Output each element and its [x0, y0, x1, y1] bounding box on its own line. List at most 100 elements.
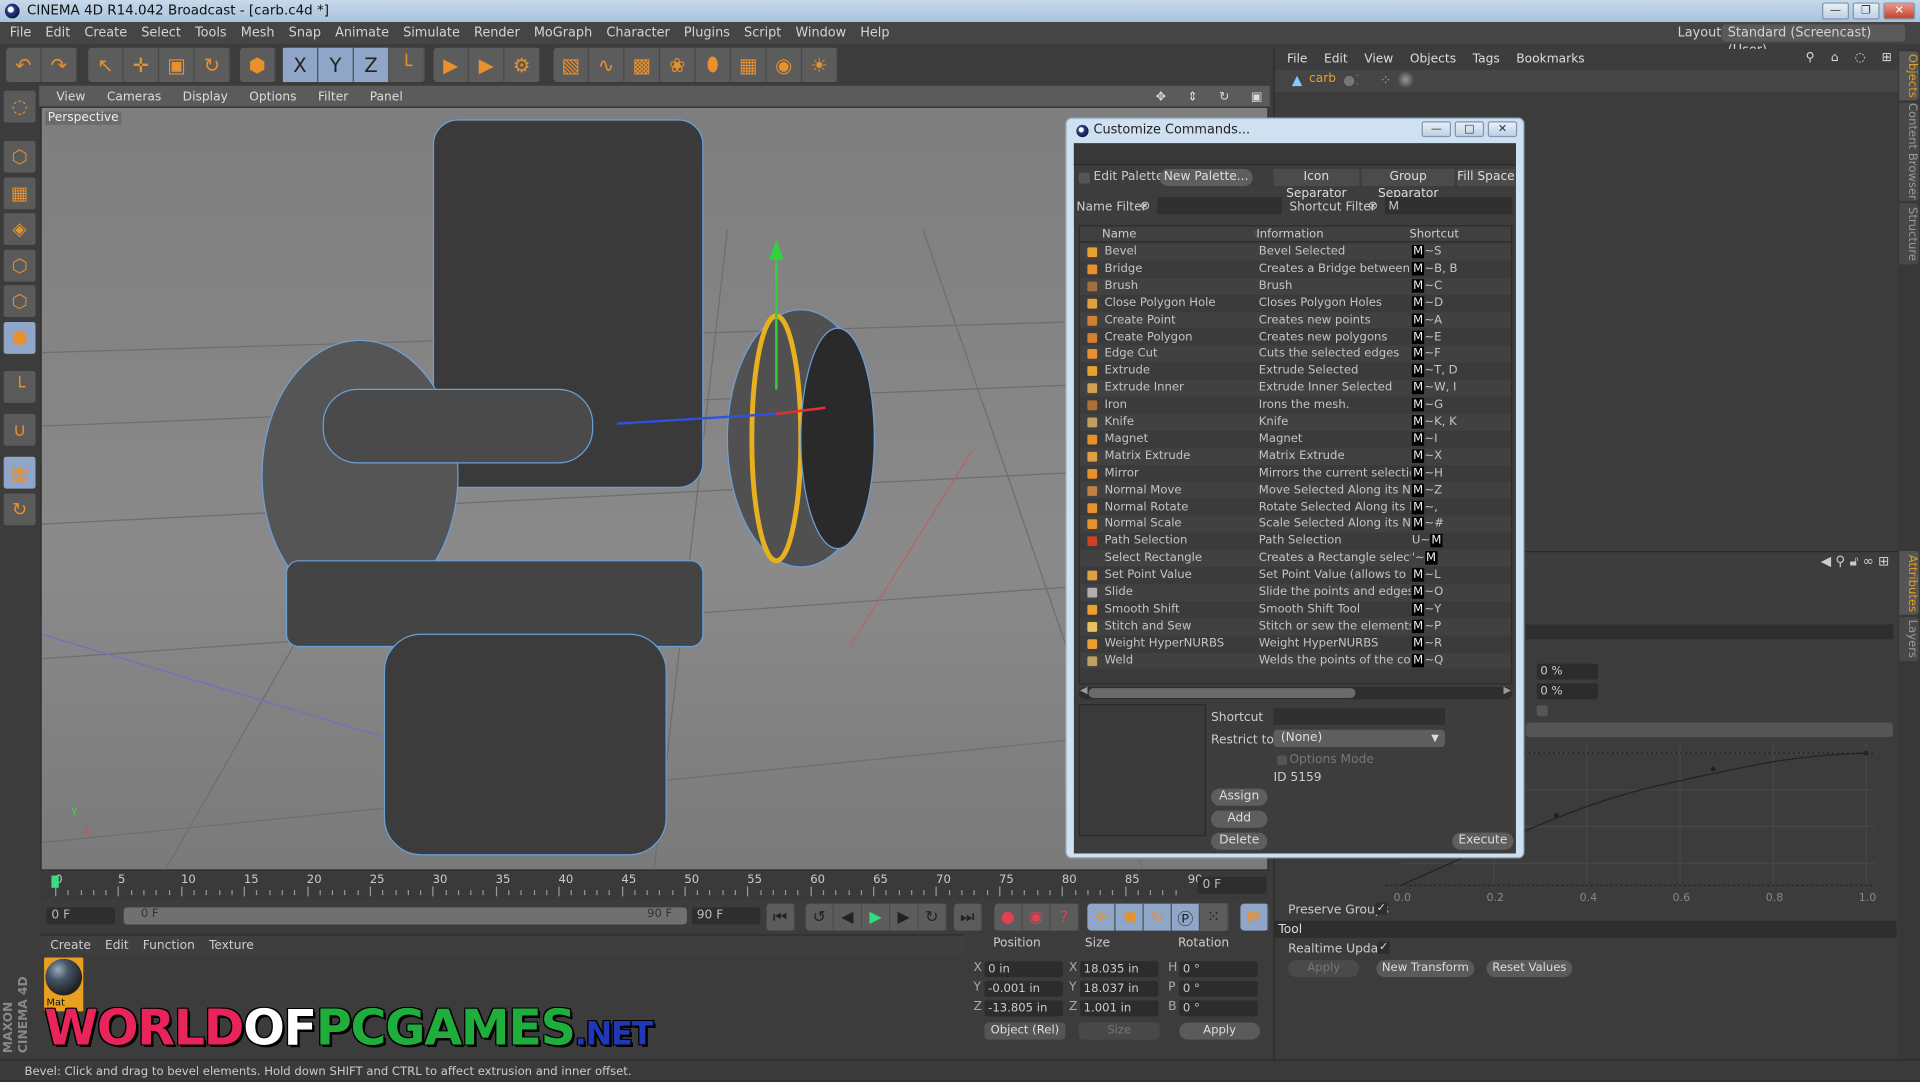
menu-mograph[interactable]: MoGraph	[534, 26, 592, 41]
column-shortcut[interactable]: Shortcut	[1409, 227, 1459, 243]
object-row[interactable]: ▲ carb ●⁚ ⁘	[1274, 69, 1900, 92]
position-field[interactable]: 0 in	[984, 961, 1063, 978]
command-row[interactable]: Normal Move Move Selected Along its NormM…	[1080, 481, 1512, 499]
select-arrow-icon[interactable]: ↖	[88, 47, 124, 83]
z-axis-icon[interactable]: Z	[353, 47, 390, 83]
locked-workplane-icon[interactable]: ▦	[3, 456, 36, 489]
points-mode-icon[interactable]: ⬡	[3, 249, 36, 282]
previous-frame-icon[interactable]: ◀	[834, 903, 863, 931]
clear-shortcut-filter-icon[interactable]: ⊗	[1368, 200, 1378, 213]
scale-track-icon[interactable]: ▣	[1116, 903, 1144, 931]
column-name[interactable]: Name	[1102, 227, 1136, 243]
cube-icon[interactable]: ▧	[553, 47, 589, 83]
play-icon[interactable]: ▶	[862, 903, 891, 931]
go-to-start-icon[interactable]: ⏮	[767, 903, 795, 931]
link-icon[interactable]: ∞	[1863, 553, 1874, 569]
command-row[interactable]: Extrude Inner Extrude Inner Selected M~W, …	[1080, 379, 1512, 397]
render-picture-viewer-icon[interactable]: ▶	[469, 47, 505, 83]
horizontal-scrollbar[interactable]: ◀ ▶	[1078, 684, 1513, 700]
dialog-close-button[interactable]: ✕	[1487, 121, 1518, 138]
floor-icon[interactable]: ▦	[731, 47, 767, 83]
rotation-track-icon[interactable]: ↻	[1144, 903, 1172, 931]
back-arrow-icon[interactable]: ◀	[1821, 553, 1831, 569]
command-row[interactable]: Weight HyperNURBS Weight HyperNURBS M~R	[1080, 635, 1512, 653]
move-view-icon[interactable]: ✥	[1156, 91, 1166, 104]
rotation-field[interactable]: 0 °	[1179, 980, 1258, 997]
size-field[interactable]: 1.001 in	[1080, 1000, 1159, 1017]
rotation-field[interactable]: 0 °	[1179, 961, 1258, 978]
icon-separator-button[interactable]: Icon Separator	[1273, 168, 1360, 201]
deformer-icon[interactable]: ⬮	[696, 47, 732, 83]
close-button[interactable]: ✕	[1883, 2, 1916, 20]
tab-structure[interactable]: Structure	[1899, 203, 1919, 265]
menu-help[interactable]: Help	[860, 26, 889, 41]
menu-edit[interactable]: Edit	[45, 26, 70, 41]
light-icon[interactable]: ☀	[802, 47, 838, 83]
eye-icon[interactable]: ◌	[1855, 51, 1866, 64]
next-frame-icon[interactable]: ▶	[890, 903, 919, 931]
viewport-menu-filter[interactable]: Filter	[318, 91, 348, 104]
redo-icon[interactable]: ↷	[42, 47, 78, 83]
nurbs-icon[interactable]: ▩	[624, 47, 661, 83]
clear-name-filter-icon[interactable]: ⊗	[1140, 200, 1150, 213]
command-row[interactable]: Bridge Creates a Bridge between obM~B, B	[1080, 260, 1512, 278]
coordinate-system-icon[interactable]: └	[389, 47, 425, 83]
zoom-view-icon[interactable]: ⇕	[1187, 91, 1197, 104]
magnet-snap-icon[interactable]: ∪	[3, 413, 36, 446]
dialog-maximize-button[interactable]: □	[1454, 121, 1485, 138]
command-row[interactable]: Brush Brush M~C	[1080, 277, 1512, 295]
command-row[interactable]: Mirror Mirrors the current selection M~H	[1080, 464, 1512, 482]
restore-button[interactable]: ❐	[1852, 2, 1880, 20]
previous-key-icon[interactable]: ↺	[806, 903, 834, 931]
menu-character[interactable]: Character	[606, 26, 669, 41]
rotation-field[interactable]: 0 °	[1179, 1000, 1258, 1017]
rotate-icon[interactable]: ↻	[195, 47, 231, 83]
obj-menu-tags[interactable]: Tags	[1473, 53, 1500, 66]
camera-icon[interactable]: ◉	[767, 47, 803, 83]
menu-script[interactable]: Script	[744, 26, 781, 41]
obj-menu-view[interactable]: View	[1364, 53, 1393, 66]
maximize-view-icon[interactable]: ▣	[1251, 91, 1263, 104]
viewport-menu-options[interactable]: Options	[249, 91, 296, 104]
new-palette-button[interactable]: New Palette...	[1159, 168, 1253, 187]
obj-menu-file[interactable]: File	[1287, 53, 1307, 66]
command-row[interactable]: Set Point Value Set Point Value (allows t…	[1080, 567, 1512, 585]
search-icon[interactable]: ⚲	[1835, 553, 1845, 569]
timeline-icon[interactable]: ▤	[1240, 903, 1269, 931]
command-row[interactable]: Path Selection Path Selection U~M	[1080, 533, 1512, 551]
command-row[interactable]: Matrix Extrude Matrix Extrude M~X	[1080, 447, 1512, 465]
spline-icon[interactable]: ∿	[589, 47, 625, 83]
command-row[interactable]: Normal Rotate Rotate Selected Along its N…	[1080, 498, 1512, 516]
viewport-menu-panel[interactable]: Panel	[370, 91, 403, 104]
phong-tag-icon[interactable]: ⁘	[1380, 72, 1391, 88]
command-row[interactable]: Knife Knife M~K, K	[1080, 413, 1512, 431]
preserve-groups-checkbox[interactable]: ✓	[1375, 902, 1388, 915]
obj-menu-objects[interactable]: Objects	[1410, 53, 1456, 66]
attribute-checkbox[interactable]	[1536, 705, 1548, 717]
name-filter-input[interactable]	[1157, 197, 1283, 215]
command-row[interactable]: Create Point Creates new points M~A	[1080, 311, 1512, 329]
realtime-update-checkbox[interactable]: ✓	[1377, 941, 1390, 954]
obj-menu-bookmarks[interactable]: Bookmarks	[1516, 53, 1584, 66]
x-axis-icon[interactable]: X	[282, 47, 319, 83]
point-level-icon[interactable]: ⁙	[1200, 903, 1229, 931]
scale-icon[interactable]: ▣	[159, 47, 195, 83]
curve-point[interactable]	[1710, 766, 1716, 772]
fill-space-button[interactable]: Fill Space	[1457, 168, 1515, 187]
menu-plugins[interactable]: Plugins	[684, 26, 730, 41]
shortcut-list-pane[interactable]	[1078, 704, 1207, 837]
menu-tools[interactable]: Tools	[195, 26, 227, 41]
keyframe-selection-icon[interactable]: ?	[1051, 903, 1079, 931]
command-row[interactable]: Slide Slide the points and edges. M~O	[1080, 584, 1512, 602]
make-editable-icon[interactable]: ◌	[3, 90, 36, 123]
material-tag-icon[interactable]	[1397, 71, 1415, 89]
command-row[interactable]: Bevel Bevel Selected M~S	[1080, 243, 1512, 261]
next-key-icon[interactable]: ↻	[918, 903, 947, 931]
undo-icon[interactable]: ↶	[6, 47, 42, 83]
column-information[interactable]: Information	[1256, 227, 1323, 243]
material-menu-create[interactable]: Create	[50, 939, 91, 952]
end-frame-field[interactable]: 90 F	[691, 907, 761, 925]
current-frame-field[interactable]: 0 F	[1197, 876, 1267, 894]
search-icon[interactable]: ⚲	[1806, 51, 1815, 64]
viewport-menu-cameras[interactable]: Cameras	[107, 91, 161, 104]
